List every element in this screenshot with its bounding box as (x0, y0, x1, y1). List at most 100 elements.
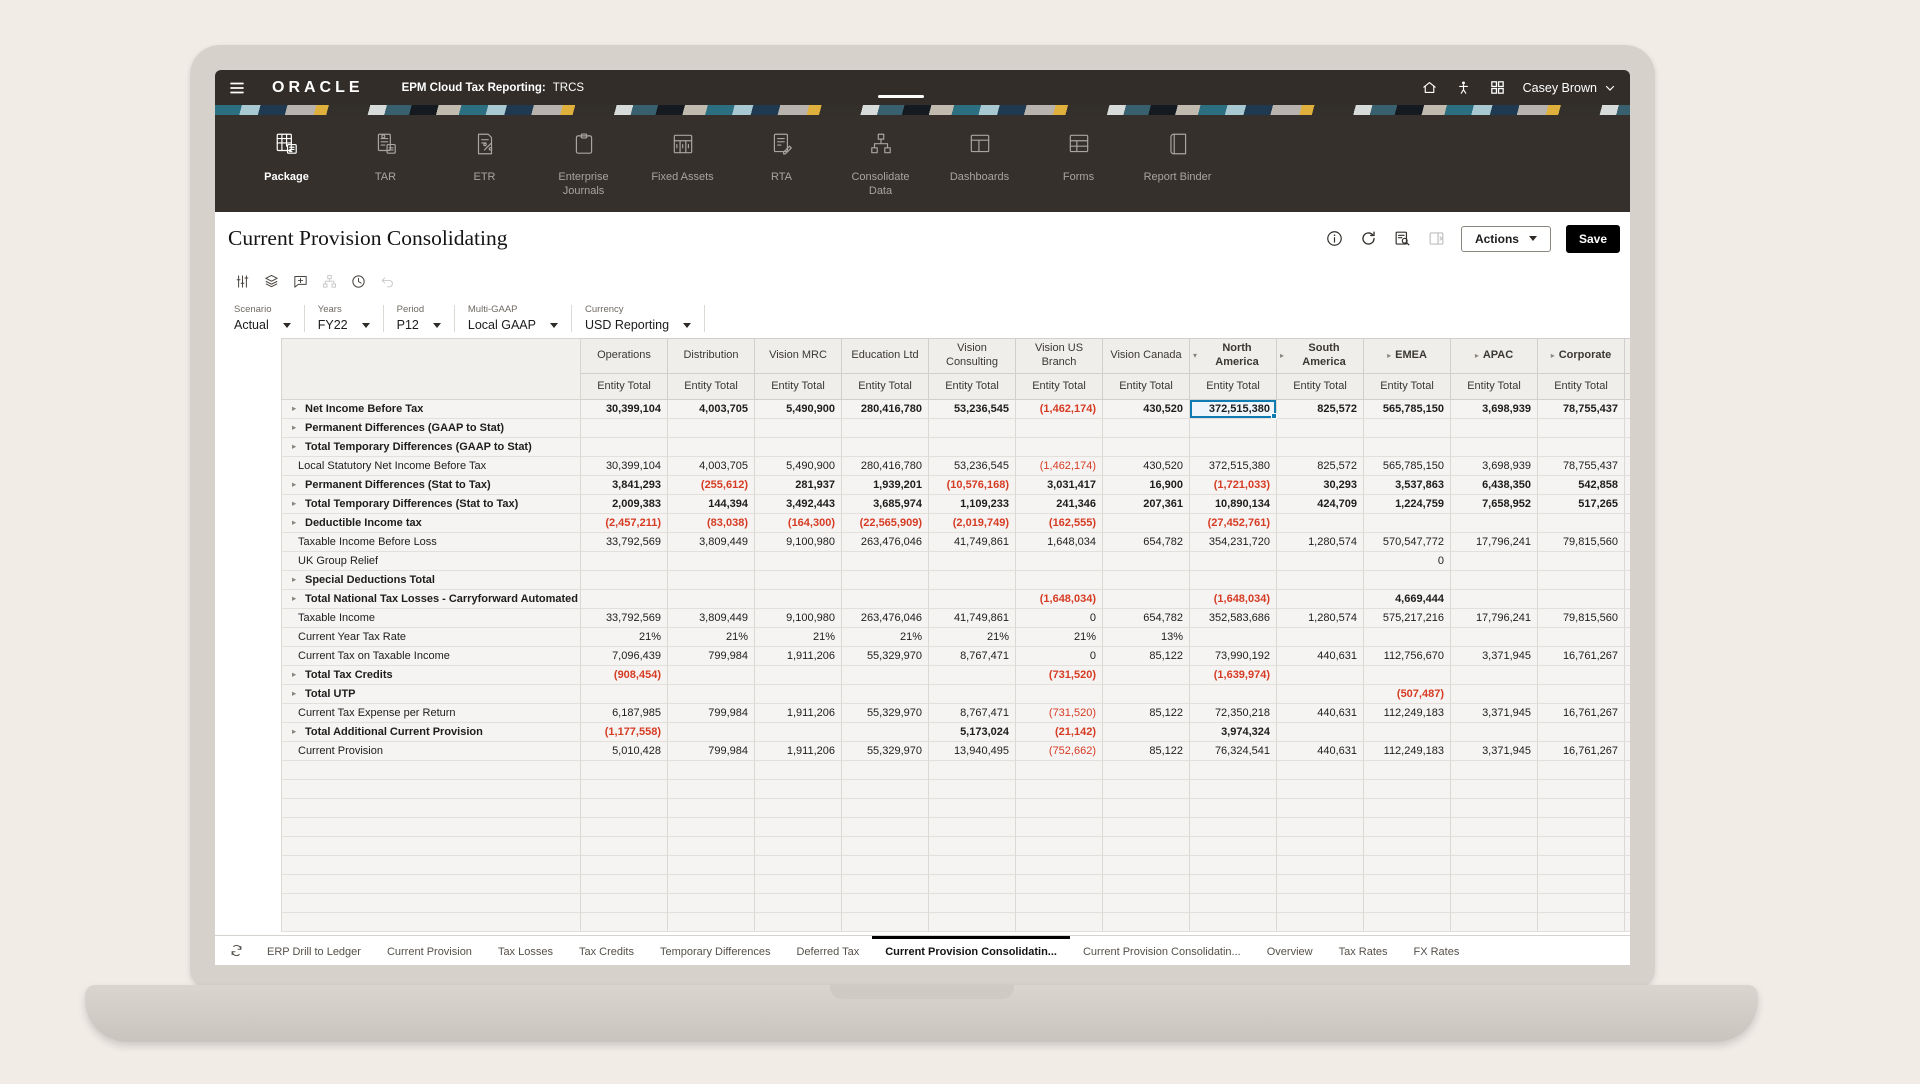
grid-cell[interactable] (1364, 761, 1451, 780)
grid-cell[interactable]: 6,187,985 (581, 704, 668, 723)
grid-cell[interactable] (1190, 571, 1277, 590)
grid-cell[interactable] (755, 837, 842, 856)
grid-cell[interactable] (1277, 419, 1364, 438)
subheader-entity-total[interactable]: Entity Total (668, 374, 755, 400)
grid-cell[interactable] (755, 799, 842, 818)
grid-cell[interactable]: 3,685,974 (842, 495, 929, 514)
grid-cell[interactable]: 3,371,945 (1451, 742, 1538, 761)
grid-cell[interactable] (1364, 856, 1451, 875)
grid-cell[interactable] (755, 438, 842, 457)
grid-cell[interactable] (842, 913, 929, 932)
pov-scenario[interactable]: ScenarioActual (234, 304, 291, 332)
grid-cell[interactable]: 799,984 (668, 704, 755, 723)
grid-cell[interactable] (1625, 400, 1630, 419)
grid-cell[interactable]: (1,639,974) (1190, 666, 1277, 685)
grid-cell[interactable] (1451, 666, 1538, 685)
subheader-entity-total[interactable]: Entity Total (1277, 374, 1364, 400)
grid-cell[interactable] (1277, 856, 1364, 875)
grid-cell[interactable]: 372,515,380 (1190, 457, 1277, 476)
grid-cell[interactable]: 8,767,471 (929, 704, 1016, 723)
grid-cell[interactable]: 78,755,437 (1538, 400, 1625, 419)
grid-cell[interactable]: (22,565,909) (842, 514, 929, 533)
grid-cell[interactable]: 799,984 (668, 647, 755, 666)
grid-cell[interactable]: 112,249,183 (1364, 704, 1451, 723)
grid-cell[interactable]: 33,792,569 (581, 533, 668, 552)
grid-cell[interactable]: 9,100,980 (755, 533, 842, 552)
grid-cell[interactable]: (2,019,749) (929, 514, 1016, 533)
grid-cell[interactable]: 0 (1016, 609, 1103, 628)
grid-cell[interactable]: (752,662) (1016, 742, 1103, 761)
grid-cell[interactable]: (162,555) (1016, 514, 1103, 533)
grid-cell[interactable]: 517,265 (1538, 495, 1625, 514)
grid-cell[interactable] (1625, 495, 1630, 514)
grid-cell[interactable]: 30,293 (1277, 476, 1364, 495)
grid-cell[interactable]: 3,809,449 (668, 533, 755, 552)
grid-cell[interactable] (1103, 666, 1190, 685)
grid-cell[interactable]: 430,520 (1103, 457, 1190, 476)
grid-cell[interactable] (1103, 761, 1190, 780)
row-label[interactable] (281, 894, 581, 913)
pov-period[interactable]: PeriodP12 (397, 304, 441, 332)
grid-cell[interactable]: 30,399,104 (581, 400, 668, 419)
row-label[interactable]: ▸Total National Tax Losses - Carryforwar… (281, 590, 581, 609)
tab-current-provision-consolidatin-2[interactable]: Current Provision Consolidatin... (1070, 936, 1254, 965)
grid-cell[interactable] (1538, 818, 1625, 837)
grid-cell[interactable] (1625, 875, 1630, 894)
grid-cell[interactable] (755, 894, 842, 913)
grid-cell[interactable]: 3,974,324 (1190, 723, 1277, 742)
grid-cell[interactable]: 825,572 (1277, 457, 1364, 476)
grid-cell[interactable] (842, 875, 929, 894)
tab-current-provision-consolidatin[interactable]: Current Provision Consolidatin... (872, 936, 1070, 965)
grid-cell[interactable]: 4,003,705 (668, 400, 755, 419)
home-icon[interactable] (1421, 79, 1438, 96)
grid-cell[interactable] (842, 419, 929, 438)
subheader-entity-total[interactable]: Entity Total (1451, 374, 1538, 400)
grid-cell[interactable] (842, 818, 929, 837)
grid-cell[interactable] (929, 552, 1016, 571)
grid-cell[interactable] (755, 761, 842, 780)
row-label[interactable]: ▸Permanent Differences (GAAP to Stat) (281, 419, 581, 438)
grid-cell[interactable]: 440,631 (1277, 647, 1364, 666)
grid-cell[interactable]: 1,109,233 (929, 495, 1016, 514)
grid-cell[interactable]: 5,490,900 (755, 400, 842, 419)
grid-cell[interactable] (1016, 894, 1103, 913)
actions-button[interactable]: Actions (1461, 226, 1551, 252)
row-label[interactable]: ▸Deductible Income tax (281, 514, 581, 533)
hamburger-menu-icon[interactable] (228, 79, 246, 97)
filter-sliders-icon[interactable] (234, 273, 251, 290)
grid-cell[interactable]: (731,520) (1016, 704, 1103, 723)
grid-cell[interactable]: (10,576,168) (929, 476, 1016, 495)
row-label[interactable] (281, 875, 581, 894)
grid-cell[interactable] (1016, 856, 1103, 875)
grid-cell[interactable] (1190, 628, 1277, 647)
grid-cell[interactable] (1277, 438, 1364, 457)
grid-cell[interactable] (929, 780, 1016, 799)
tab-temporary-differences[interactable]: Temporary Differences (647, 936, 783, 965)
column-header-vision-canada[interactable]: Vision Canada (1103, 338, 1190, 374)
grid-cell[interactable] (1451, 590, 1538, 609)
grid-cell[interactable] (581, 571, 668, 590)
grid-cell[interactable] (1277, 571, 1364, 590)
grid-cell[interactable] (1103, 723, 1190, 742)
grid-cell[interactable] (581, 875, 668, 894)
grid-cell[interactable] (1364, 780, 1451, 799)
grid-cell[interactable]: 21% (581, 628, 668, 647)
grid-cell[interactable] (1625, 856, 1630, 875)
grid-cell[interactable] (581, 856, 668, 875)
grid-cell[interactable] (1364, 894, 1451, 913)
grid-cell[interactable] (842, 666, 929, 685)
grid-cell[interactable] (755, 419, 842, 438)
grid-cell[interactable] (1016, 685, 1103, 704)
nav-item-enterprise-journals[interactable]: Enterprise Journals (534, 115, 633, 212)
grid-cell[interactable] (1364, 875, 1451, 894)
row-label[interactable]: Taxable Income (281, 609, 581, 628)
grid-cell[interactable]: 8,767,471 (929, 647, 1016, 666)
grid-cell[interactable] (1190, 685, 1277, 704)
grid-cell[interactable]: 354,231,720 (1190, 533, 1277, 552)
grid-cell[interactable] (755, 723, 842, 742)
tab-current-provision[interactable]: Current Provision (374, 936, 485, 965)
nav-item-dashboards[interactable]: Dashboards (930, 115, 1029, 212)
grid-cell[interactable] (1190, 837, 1277, 856)
grid-cell[interactable] (1190, 780, 1277, 799)
grid-cell[interactable] (1016, 837, 1103, 856)
